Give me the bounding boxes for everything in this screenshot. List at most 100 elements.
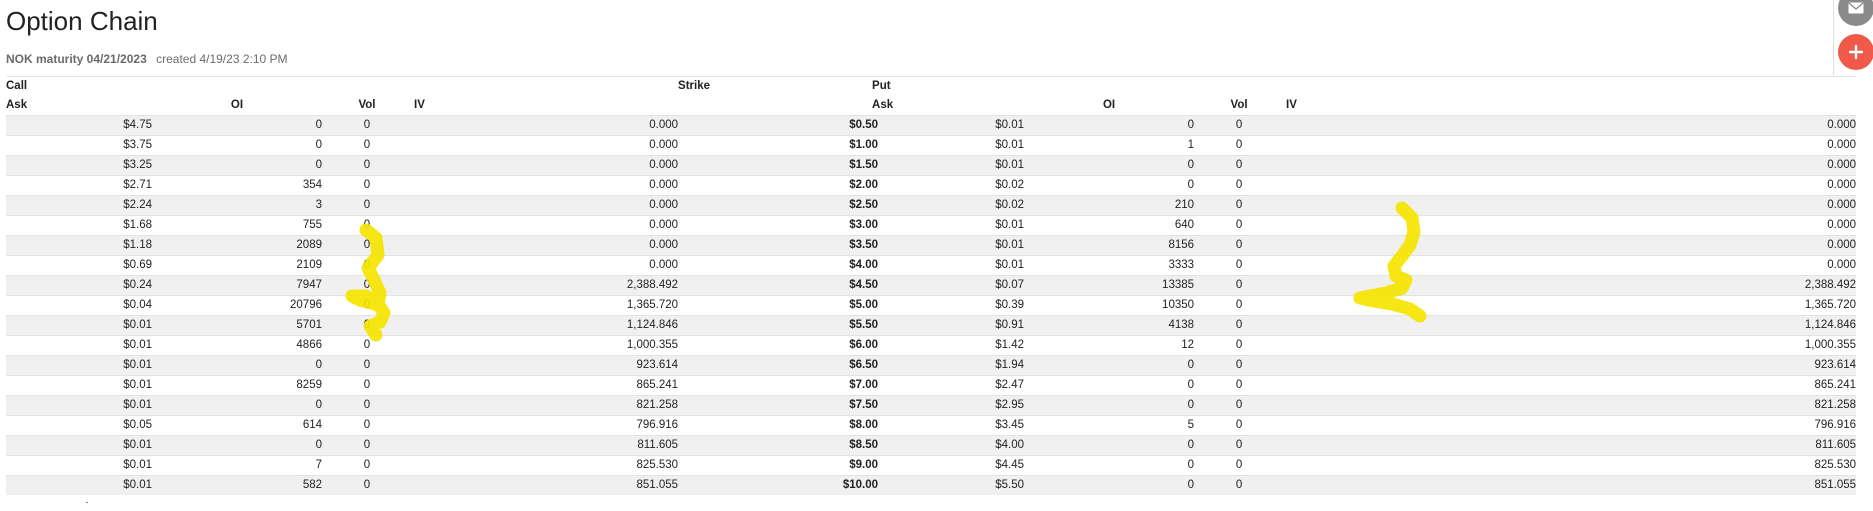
call-iv-cell: 0.000 (649, 199, 679, 211)
put-vol-cell: 0 (1235, 459, 1243, 471)
call-oi-cell: 0 (315, 359, 322, 371)
put-vol-cell: 0 (1235, 139, 1243, 151)
put-iv-cell: 0.000 (1827, 139, 1857, 151)
chain-subtitle: NOK maturity 04/21/2023 created 4/19/23 … (6, 52, 288, 66)
put-ask-cell: $0.02 (995, 199, 1025, 211)
put-oi-cell: 640 (1174, 219, 1195, 231)
call-iv-cell: 0.000 (649, 139, 679, 151)
plus-icon (1849, 45, 1863, 59)
call-ask-cell: $4.75 (123, 119, 152, 131)
put-oi-cell: 0 (1187, 159, 1195, 171)
call-ask-cell: $2.24 (123, 199, 152, 211)
chain-row: $0.01 582 0 851.055 $10.00 $5.50 0 0 851.055 (6, 475, 1857, 495)
call-oi-cell: 20796 (290, 299, 322, 311)
strike-cell: $1.50 (849, 159, 879, 171)
call-vol-cell: 0 (363, 159, 371, 171)
put-iv-cell: 923.614 (1814, 359, 1857, 371)
call-iv-cell: 825.530 (636, 459, 679, 471)
strike-cell: $7.50 (849, 399, 879, 411)
put-oi-cell: 13385 (1162, 279, 1195, 291)
call-vol-cell: 0 (363, 119, 371, 131)
put-iv-cell: 865.241 (1814, 379, 1857, 391)
call-ask-cell: $0.05 (123, 419, 152, 431)
put-ask-cell: $1.42 (995, 339, 1025, 351)
put-iv-cell: 1,365.720 (1804, 299, 1857, 311)
put-ask-cell: $4.45 (995, 459, 1025, 471)
strike-cell: $6.50 (849, 359, 879, 371)
call-vol-cell: 0 (363, 219, 371, 231)
strike-cell: $10.00 (842, 479, 879, 491)
call-oi-cell: 354 (302, 179, 322, 191)
call-iv-cell: 1,365.720 (626, 299, 679, 311)
put-vol-cell: 0 (1235, 319, 1243, 331)
col-header-call-iv: IV (414, 99, 425, 111)
call-oi-cell: 7 (315, 459, 322, 471)
call-vol-cell: 0 (363, 359, 371, 371)
call-ask-cell: $3.75 (123, 139, 152, 151)
chain-row: $0.01 4866 0 1,000.355 $6.00 $1.42 12 0 1,000.35… (6, 335, 1857, 356)
call-vol-cell: 0 (363, 419, 371, 431)
call-iv-cell: 0.000 (649, 159, 679, 171)
put-iv-cell: 851.055 (1814, 479, 1857, 491)
strike-cell: $2.50 (849, 199, 879, 211)
call-ask-cell: $0.01 (123, 479, 152, 491)
strike-group-header: Strike (678, 80, 710, 92)
put-ask-cell: $0.07 (995, 279, 1025, 291)
group-header-row: Call Strike Put (6, 76, 1857, 97)
call-vol-cell: 0 (363, 399, 371, 411)
put-iv-cell: 796.916 (1814, 419, 1857, 431)
call-vol-cell: 0 (363, 179, 371, 191)
call-ask-cell: $0.01 (123, 319, 152, 331)
put-vol-cell: 0 (1235, 199, 1243, 211)
add-button[interactable] (1838, 34, 1873, 70)
call-ask-cell: $0.01 (123, 339, 152, 351)
chain-row: $0.69 2109 0 0.000 $4.00 $0.01 3333 0 0.000 (6, 255, 1857, 276)
created-timestamp: created 4/19/23 2:10 PM (156, 52, 288, 66)
call-oi-cell: 0 (315, 159, 322, 171)
fab-panel-edge (1833, 0, 1834, 75)
put-oi-cell: 0 (1187, 119, 1195, 131)
put-iv-cell: 0.000 (1827, 119, 1857, 131)
col-header-call-vol: Vol (358, 99, 376, 111)
put-vol-cell: 0 (1235, 299, 1243, 311)
strike-cell: $4.50 (849, 279, 879, 291)
column-header-row: Ask OI Vol IV Ask OI Vol IV (6, 96, 1856, 116)
put-vol-cell: 0 (1235, 399, 1243, 411)
strike-cell: $4.00 (849, 259, 879, 271)
chain-row: $1.68 755 0 0.000 $3.00 $0.01 640 0 0.000 (6, 215, 1857, 236)
put-oi-cell: 3333 (1168, 259, 1195, 271)
strike-cell: $8.00 (849, 419, 879, 431)
call-vol-cell: 0 (363, 279, 371, 291)
call-vol-cell: 0 (363, 239, 371, 251)
call-iv-cell: 1,000.355 (626, 339, 679, 351)
call-ask-cell: $1.18 (123, 239, 152, 251)
envelope-icon (1848, 2, 1864, 14)
call-oi-cell: 7947 (296, 279, 322, 291)
strike-cell: $3.00 (849, 219, 879, 231)
call-oi-cell: 2109 (296, 259, 322, 271)
call-iv-cell: 821.258 (636, 399, 679, 411)
put-oi-cell: 0 (1187, 479, 1195, 491)
call-oi-cell: 3 (315, 199, 322, 211)
call-iv-cell: 0.000 (649, 219, 679, 231)
call-ask-cell: $1.68 (123, 219, 152, 231)
put-vol-cell: 0 (1235, 379, 1243, 391)
call-iv-cell: 865.241 (636, 379, 679, 391)
call-iv-cell: 851.055 (636, 479, 679, 491)
call-group-header: Call (6, 80, 28, 92)
call-oi-cell: 755 (302, 219, 322, 231)
mail-button[interactable] (1838, 0, 1873, 26)
put-oi-cell: 0 (1187, 379, 1195, 391)
put-oi-cell: 4138 (1168, 319, 1195, 331)
call-vol-cell: 0 (363, 299, 371, 311)
put-oi-cell: 0 (1187, 439, 1195, 451)
put-oi-cell: 5 (1187, 419, 1195, 431)
put-ask-cell: $0.91 (995, 319, 1025, 331)
call-iv-cell: 0.000 (649, 179, 679, 191)
symbol-maturity: NOK maturity 04/21/2023 (6, 52, 147, 66)
put-ask-cell: $4.00 (995, 439, 1025, 451)
put-vol-cell: 0 (1235, 359, 1243, 371)
put-iv-cell: 0.000 (1827, 219, 1857, 231)
call-vol-cell: 0 (363, 319, 371, 331)
page-divider-mark (86, 502, 88, 503)
